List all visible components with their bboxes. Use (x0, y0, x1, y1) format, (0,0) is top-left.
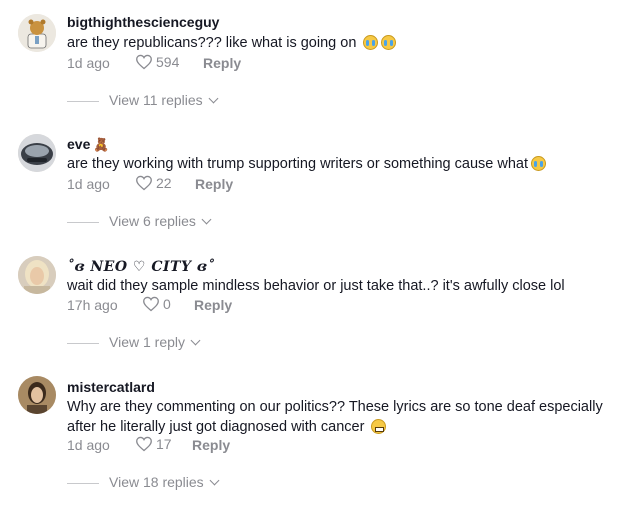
view-replies-label: View 18 replies (109, 474, 204, 490)
heart-outline-icon (143, 296, 159, 312)
comment-text: wait did they sample mindless behavior o… (67, 278, 565, 294)
chevron-down-icon (201, 214, 212, 225)
like-count: 0 (163, 296, 171, 312)
like-count: 17 (156, 436, 172, 452)
like-button[interactable]: 0 (142, 296, 171, 312)
comment-username[interactable]: mistercatlard (67, 379, 155, 395)
reply-button[interactable]: Reply (203, 55, 241, 71)
heart-outline-icon (136, 175, 152, 191)
like-button[interactable]: 594 (135, 54, 179, 70)
comment-text-content: are they republicans??? like what is goi… (67, 35, 357, 51)
username-emoji: 🧸 (93, 137, 110, 152)
view-replies-button[interactable]: View 18 replies (67, 474, 220, 490)
comment-username[interactable]: bigthighthescienceguy (67, 14, 219, 30)
view-replies-label: View 11 replies (109, 92, 203, 108)
view-replies-button[interactable]: View 6 replies (67, 213, 212, 229)
avatar-bear-illustration (18, 14, 56, 52)
comment-username[interactable]: ˚ɞ NEO ♡ CITY ɞ˚ (67, 259, 215, 275)
divider-line (67, 221, 99, 223)
comment-text-content: are they working with trump supporting w… (67, 156, 528, 172)
reply-button[interactable]: Reply (192, 437, 230, 453)
comment-timestamp: 1d ago (67, 55, 110, 71)
comment-username[interactable]: eve 🧸 (67, 136, 110, 153)
like-button[interactable]: 17 (135, 436, 172, 452)
reply-button[interactable]: Reply (195, 176, 233, 192)
avatar[interactable] (18, 256, 56, 294)
comment-timestamp: 17h ago (67, 297, 118, 313)
chevron-down-icon (209, 475, 220, 486)
divider-line (67, 100, 99, 102)
avatar[interactable] (18, 376, 56, 414)
avatar[interactable] (18, 134, 56, 172)
view-replies-button[interactable]: View 11 replies (67, 92, 219, 108)
view-replies-label: View 6 replies (109, 213, 196, 229)
like-count: 594 (156, 54, 180, 70)
loudly-crying-face-icon (363, 35, 379, 50)
comment-timestamp: 1d ago (67, 437, 110, 453)
avatar-person-photo (18, 256, 56, 294)
view-replies-label: View 1 reply (109, 334, 186, 350)
chevron-down-icon (208, 93, 219, 104)
heart-outline-icon (136, 54, 152, 70)
comment-text-content: Why are they commenting on our politics?… (67, 399, 603, 435)
avatar-device-photo (18, 134, 56, 172)
reply-button[interactable]: Reply (194, 297, 232, 313)
loudly-crying-face-icon (381, 35, 397, 50)
heart-outline-icon (136, 436, 152, 452)
view-replies-button[interactable]: View 1 reply (67, 334, 201, 350)
chevron-down-icon (190, 335, 201, 346)
loudly-crying-face-icon (530, 156, 546, 171)
divider-line (67, 342, 99, 344)
comment-username-text: eve (67, 136, 91, 152)
grimacing-face-icon (371, 419, 387, 434)
comment-timestamp: 1d ago (67, 176, 110, 192)
comment-text: are they republicans??? like what is goi… (67, 33, 633, 53)
like-count: 22 (156, 175, 172, 191)
avatar-person-photo (18, 376, 56, 414)
avatar[interactable] (18, 14, 56, 52)
divider-line (67, 482, 99, 484)
like-button[interactable]: 22 (135, 175, 172, 191)
comment-text: Why are they commenting on our politics?… (67, 397, 633, 437)
comment-text: are they working with trump supporting w… (67, 154, 633, 174)
